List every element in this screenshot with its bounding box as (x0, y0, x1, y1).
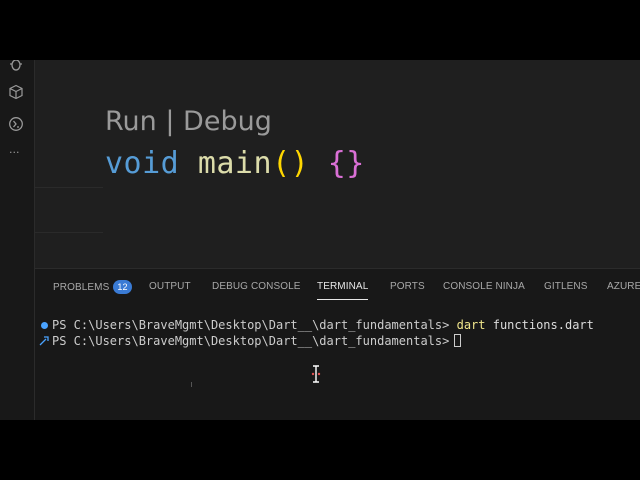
tab-console-ninja[interactable]: CONSOLE NINJA (443, 280, 525, 294)
tab-terminal-label: TERMINAL (317, 281, 369, 292)
codelens: Run | Debug (105, 104, 272, 140)
code-editor[interactable]: Run | Debug void main() {} (35, 60, 640, 268)
terminal-prompt: PS C:\Users\BraveMgmt\Desktop\Dart__\dar… (52, 334, 450, 348)
terminal-prompt: PS C:\Users\BraveMgmt\Desktop\Dart__\dar… (52, 318, 450, 332)
terminal-cursor (454, 334, 462, 347)
panel-tabs: PROBLEMS 12 OUTPUT DEBUG CONSOLE TERMINAL… (35, 269, 640, 305)
tab-ports-label: PORTS (390, 281, 425, 292)
activity-bar: ··· (0, 60, 35, 420)
terminal-command: dart (456, 318, 486, 332)
run-recent-command-icon[interactable] (39, 335, 50, 346)
codelens-separator: | (156, 106, 184, 137)
tab-azure[interactable]: AZURE (607, 280, 640, 294)
parens-token: () (272, 146, 310, 181)
codelens-debug[interactable]: Debug (183, 106, 272, 137)
keyword-token: void (105, 146, 180, 181)
tab-debug-console[interactable]: DEBUG CONSOLE (212, 280, 301, 294)
command-status-dot-icon[interactable] (41, 322, 48, 329)
problems-count-badge: 12 (113, 280, 132, 294)
tab-terminal[interactable]: TERMINAL (317, 280, 369, 300)
extensions-icon[interactable] (8, 84, 24, 100)
mouse-ibeam-cursor-icon (311, 365, 321, 383)
debug-icon[interactable] (8, 60, 24, 72)
tab-ports[interactable]: PORTS (390, 280, 425, 294)
codelens-run[interactable]: Run (105, 106, 157, 137)
terminal[interactable]: PS C:\Users\BraveMgmt\Desktop\Dart__\dar… (35, 309, 640, 420)
terminal-command-argument: functions.dart (492, 318, 594, 332)
tab-problems[interactable]: PROBLEMS 12 (53, 280, 132, 295)
braces-token: {} (327, 146, 365, 181)
tab-gitlens[interactable]: GITLENS (544, 280, 588, 294)
tab-debug-console-label: DEBUG CONSOLE (212, 281, 301, 292)
bottom-panel: PROBLEMS 12 OUTPUT DEBUG CONSOLE TERMINAL… (35, 268, 640, 420)
remote-icon[interactable] (8, 116, 24, 132)
code-line[interactable]: void main() {} (105, 144, 365, 184)
tab-output[interactable]: OUTPUT (149, 280, 191, 294)
tab-azure-label: AZURE (607, 281, 640, 292)
tab-gitlens-label: GITLENS (544, 281, 588, 292)
tab-console-ninja-label: CONSOLE NINJA (443, 281, 525, 292)
editor-divider (35, 187, 103, 188)
terminal-line: PS C:\Users\BraveMgmt\Desktop\Dart__\dar… (39, 333, 462, 397)
editor-divider (35, 232, 103, 233)
tab-output-label: OUTPUT (149, 281, 191, 292)
more-icon[interactable]: ··· (9, 147, 20, 158)
function-name-token: main (197, 146, 273, 181)
tab-problems-label: PROBLEMS (53, 282, 110, 293)
terminal-marker (191, 382, 192, 387)
